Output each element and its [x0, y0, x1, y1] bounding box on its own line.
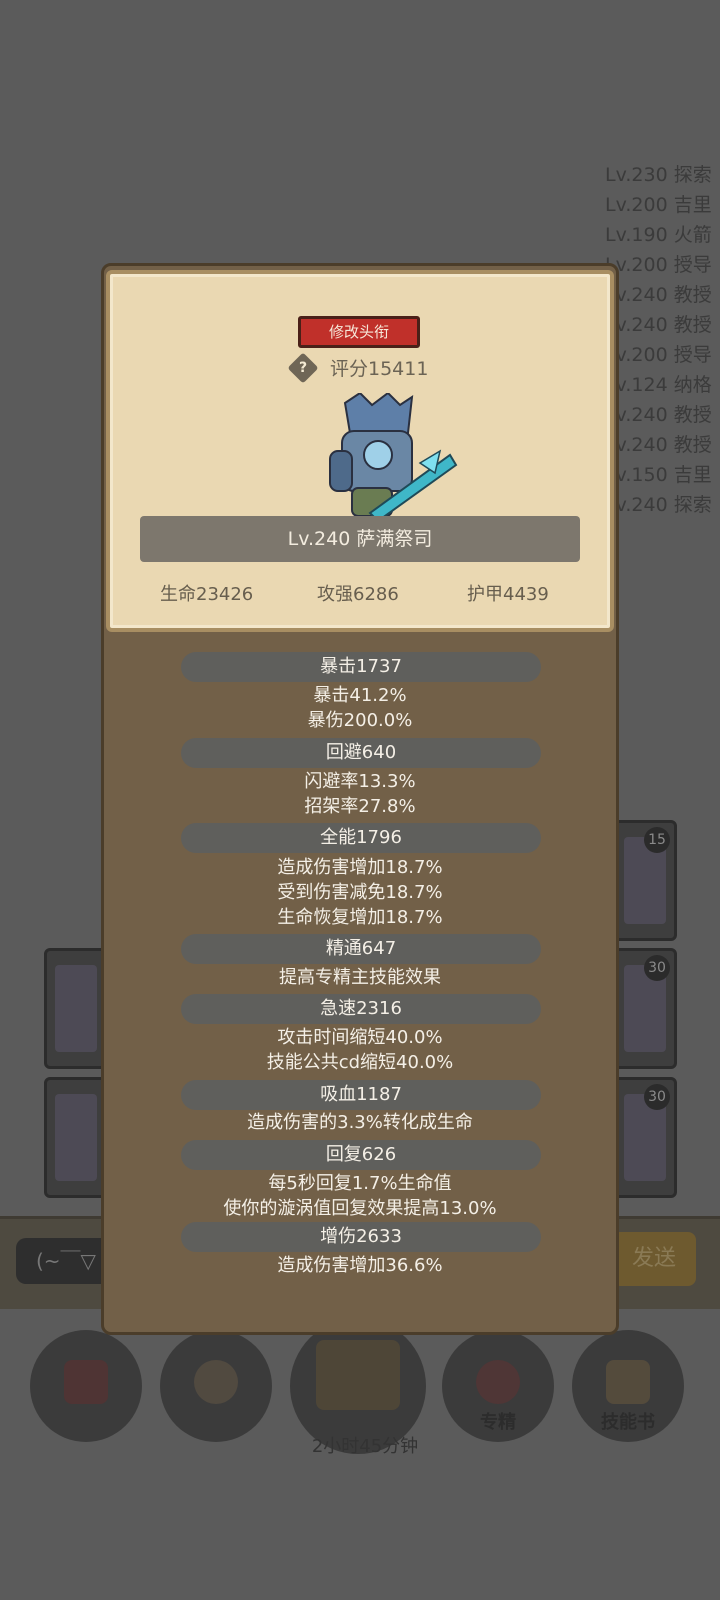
skill-icon [55, 965, 97, 1052]
section-header-haste: 急速2316 [181, 994, 541, 1024]
section-header-mastery: 精通647 [181, 934, 541, 964]
section-line: 暴伤200.0% [307, 710, 413, 731]
list-item[interactable]: Lv.200 吉里 [605, 190, 720, 220]
section-line: 造成伤害的3.3%转化成生命 [247, 1112, 473, 1133]
bread-icon [194, 1360, 238, 1404]
stat-armor: 护甲4439 [467, 584, 549, 605]
skill-icon [55, 1094, 97, 1181]
level-badge: 30 [644, 1084, 670, 1110]
section-line: 招架率27.8% [304, 796, 416, 817]
nav-label: 专精 [480, 1412, 516, 1433]
character-name-bar: Lv.240 萨满祭司 [140, 516, 580, 562]
list-item[interactable]: Lv.240 教授 [605, 280, 720, 310]
level-badge: 15 [644, 827, 670, 853]
nav-specialization[interactable]: 专精 [442, 1330, 554, 1442]
list-item[interactable]: Lv.240 教授 [605, 430, 720, 460]
section-header-dodge: 回避640 [181, 738, 541, 768]
stat-life: 生命23426 [160, 584, 254, 605]
list-item[interactable]: Lv.200 授导 [605, 340, 720, 370]
send-button[interactable]: 发送 [612, 1232, 696, 1286]
section-header-damage-bonus: 增伤2633 [181, 1222, 541, 1252]
section-header-lifesteal: 吸血1187 [181, 1080, 541, 1110]
section-line: 闪避率13.3% [304, 771, 416, 792]
chest-icon [316, 1340, 400, 1410]
section-line: 使你的漩涡值回复效果提高13.0% [223, 1198, 497, 1219]
specialization-icon [476, 1360, 520, 1404]
list-item[interactable]: Lv.150 吉里 [605, 460, 720, 490]
chest-timer: 2小时45分钟 [311, 1436, 419, 1457]
skill-slot[interactable] [44, 1077, 108, 1198]
section-header-crit: 暴击1737 [181, 652, 541, 682]
list-item[interactable]: Lv.200 授导 [605, 250, 720, 280]
skill-slot[interactable] [44, 948, 108, 1069]
potion-icon [64, 1360, 108, 1404]
section-line: 造成伤害增加18.7% [277, 857, 443, 878]
list-item[interactable]: Lv.240 探索 [605, 490, 720, 520]
edit-title-button[interactable]: 修改头衔 [298, 316, 420, 348]
list-item[interactable]: Lv.230 探索 [605, 160, 720, 190]
section-line: 受到伤害减免18.7% [277, 882, 443, 903]
section-line: 每5秒回复1.7%生命值 [268, 1173, 452, 1194]
list-item[interactable]: Lv.240 教授 [605, 310, 720, 340]
background-list: Lv.230 探索 Lv.200 吉里 Lv.190 火箭 Lv.200 授导 … [605, 160, 720, 520]
section-line: 生命恢复增加18.7% [277, 907, 443, 928]
section-line: 造成伤害增加36.6% [277, 1255, 443, 1276]
skill-slot[interactable]: 15 [613, 820, 677, 941]
shaman-character-sprite [329, 393, 458, 523]
level-badge: 30 [644, 955, 670, 981]
stat-attack: 攻强6286 [317, 584, 399, 605]
help-icon[interactable]: ? [287, 352, 319, 384]
list-item[interactable]: Lv.124 纳格 [605, 370, 720, 400]
skill-slot[interactable]: 30 [613, 948, 677, 1069]
help-glyph: ? [298, 360, 308, 376]
skill-book-icon [606, 1360, 650, 1404]
section-line: 暴击41.2% [313, 685, 407, 706]
list-item[interactable]: Lv.190 火箭 [605, 220, 720, 250]
list-item[interactable]: Lv.240 教授 [605, 400, 720, 430]
score-label: 评分15411 [330, 358, 429, 380]
section-header-regen: 回复626 [181, 1140, 541, 1170]
section-header-versatility: 全能1796 [181, 823, 541, 853]
section-line: 技能公共cd缩短40.0% [266, 1052, 454, 1073]
skill-slot[interactable]: 30 [613, 1077, 677, 1198]
nav-label: 技能书 [601, 1412, 655, 1433]
section-line: 提高专精主技能效果 [279, 967, 441, 988]
nav-bread[interactable] [160, 1330, 272, 1442]
nav-skill-book[interactable]: 技能书 [572, 1330, 684, 1442]
nav-potion[interactable] [30, 1330, 142, 1442]
section-line: 攻击时间缩短40.0% [277, 1027, 443, 1048]
